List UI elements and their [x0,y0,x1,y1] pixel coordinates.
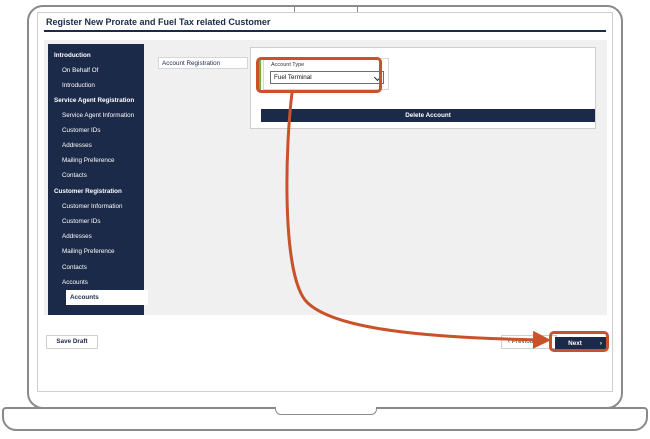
step-sidebar: Introduction On Behalf Of Introduction S… [48,44,148,315]
sidebar-item-service-agent-information[interactable]: Service Agent Information [48,108,158,123]
next-button-highlight [549,331,609,352]
previous-label: Previous [511,338,537,345]
sidebar-item-agent-contacts[interactable]: Contacts [48,168,158,183]
sidebar-item-addresses[interactable]: Addresses [48,229,158,244]
account-registration-label: Account Registration [158,57,248,69]
sidebar-item-agent-mailing-preference[interactable]: Mailing Preference [48,153,158,168]
sidebar-item-agent-addresses[interactable]: Addresses [48,138,158,153]
sidebar-item-contacts[interactable]: Contacts [48,260,158,275]
sidebar-item-accounts-active[interactable]: Accounts [66,290,148,305]
sidebar-item-agent-customer-ids[interactable]: Customer IDs [48,123,158,138]
sidebar-item-customer-information[interactable]: Customer Information [48,199,158,214]
sidebar-item-customer-ids[interactable]: Customer IDs [48,214,158,229]
sidebar-item-introduction[interactable]: Introduction [48,78,158,93]
sidebar-item-service-agent-registration[interactable]: Service Agent Registration [48,93,150,108]
sidebar-item-introduction-section[interactable]: Introduction [48,48,150,63]
sidebar-item-mailing-preference[interactable]: Mailing Preference [48,244,158,259]
laptop-base-notch [275,407,377,415]
account-type-highlight [256,57,382,93]
page-title: Register New Prorate and Fuel Tax relate… [46,17,271,27]
sidebar-item-accounts[interactable]: Accounts [48,275,158,290]
delete-account-button[interactable]: Delete Account [261,109,595,122]
sidebar-item-on-behalf-of[interactable]: On Behalf Of [48,63,158,78]
title-underline [44,30,606,32]
sidebar-item-customer-registration[interactable]: Customer Registration [48,184,150,199]
save-draft-button[interactable]: Save Draft [46,335,98,349]
